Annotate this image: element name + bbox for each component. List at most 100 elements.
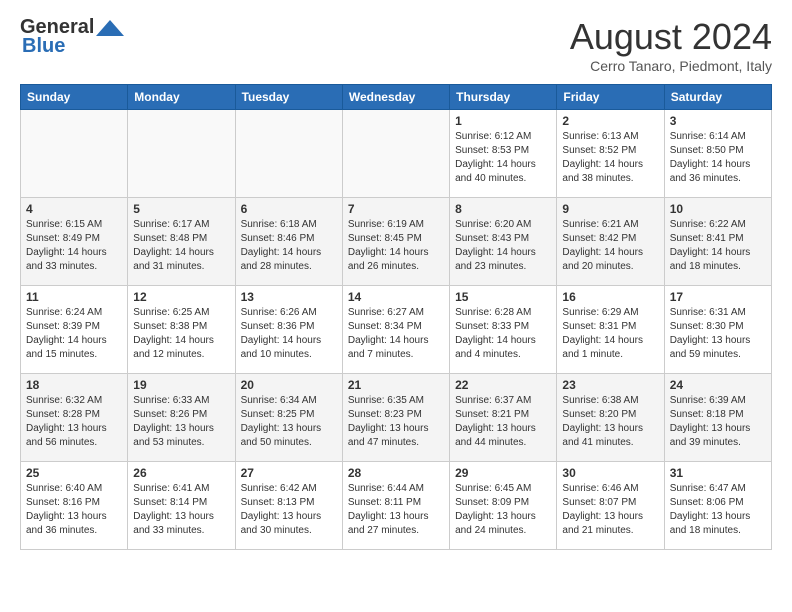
day-number: 15 xyxy=(455,290,551,304)
day-info: Sunrise: 6:27 AMSunset: 8:34 PMDaylight:… xyxy=(348,306,444,362)
day-info: Sunrise: 6:46 AMSunset: 8:07 PMDaylight:… xyxy=(562,482,658,538)
calendar-cell: 1Sunrise: 6:12 AMSunset: 8:53 PMDaylight… xyxy=(450,110,557,198)
calendar-cell: 11 Sunrise: 6:24 AMSunset: 8:39 PMDayligh… xyxy=(21,286,128,374)
day-info: Sunrise: 6:21 AMSunset: 8:42 PMDaylight:… xyxy=(562,218,658,274)
day-info: Sunrise: 6:19 AMSunset: 8:45 PMDaylight:… xyxy=(348,218,444,274)
header-thursday: Thursday xyxy=(450,85,557,110)
day-number: 29 xyxy=(455,466,551,480)
calendar-cell: 8Sunrise: 6:20 AMSunset: 8:43 PMDaylight… xyxy=(450,198,557,286)
calendar-cell: 31 Sunrise: 6:47 AMSunset: 8:06 PMDayligh… xyxy=(664,462,771,550)
day-number: 11 xyxy=(26,290,122,304)
header-wednesday: Wednesday xyxy=(342,85,449,110)
calendar-cell xyxy=(342,110,449,198)
calendar-cell xyxy=(21,110,128,198)
day-info: Sunrise: 6:15 AMSunset: 8:49 PMDaylight:… xyxy=(26,218,122,274)
day-number: 6 xyxy=(241,202,337,216)
calendar-cell: 18 Sunrise: 6:32 AMSunset: 8:28 PMDayligh… xyxy=(21,374,128,462)
calendar-week-4: 18 Sunrise: 6:32 AMSunset: 8:28 PMDayligh… xyxy=(21,374,772,462)
calendar-week-3: 11 Sunrise: 6:24 AMSunset: 8:39 PMDayligh… xyxy=(21,286,772,374)
day-number: 9 xyxy=(562,202,658,216)
day-info: Sunrise: 6:47 AMSunset: 8:06 PMDaylight:… xyxy=(670,482,766,538)
day-number: 7 xyxy=(348,202,444,216)
calendar-cell: 6 Sunrise: 6:18 AMSunset: 8:46 PMDaylight… xyxy=(235,198,342,286)
day-number: 18 xyxy=(26,378,122,392)
day-number: 16 xyxy=(562,290,658,304)
day-number: 14 xyxy=(348,290,444,304)
calendar-header-row: SundayMondayTuesdayWednesdayThursdayFrid… xyxy=(21,85,772,110)
calendar-cell: 17Sunrise: 6:31 AMSunset: 8:30 PMDayligh… xyxy=(664,286,771,374)
calendar-cell: 20 Sunrise: 6:34 AMSunset: 8:25 PMDayligh… xyxy=(235,374,342,462)
day-info: Sunrise: 6:12 AMSunset: 8:53 PMDaylight:… xyxy=(455,130,551,186)
calendar-week-5: 25Sunrise: 6:40 AMSunset: 8:16 PMDayligh… xyxy=(21,462,772,550)
header-monday: Monday xyxy=(128,85,235,110)
calendar-cell: 9 Sunrise: 6:21 AMSunset: 8:42 PMDaylight… xyxy=(557,198,664,286)
header-friday: Friday xyxy=(557,85,664,110)
day-info: Sunrise: 6:14 AMSunset: 8:50 PMDaylight:… xyxy=(670,130,766,186)
day-info: Sunrise: 6:44 AMSunset: 8:11 PMDaylight:… xyxy=(348,482,444,538)
location-subtitle: Cerro Tanaro, Piedmont, Italy xyxy=(570,58,772,74)
calendar-cell: 2 Sunrise: 6:13 AMSunset: 8:52 PMDaylight… xyxy=(557,110,664,198)
day-number: 20 xyxy=(241,378,337,392)
day-number: 23 xyxy=(562,378,658,392)
day-number: 31 xyxy=(670,466,766,480)
day-info: Sunrise: 6:45 AMSunset: 8:09 PMDaylight:… xyxy=(455,482,551,538)
calendar-cell: 10Sunrise: 6:22 AMSunset: 8:41 PMDayligh… xyxy=(664,198,771,286)
title-block: August 2024 Cerro Tanaro, Piedmont, Ital… xyxy=(570,16,772,74)
day-number: 22 xyxy=(455,378,551,392)
calendar-cell: 19 Sunrise: 6:33 AMSunset: 8:26 PMDayligh… xyxy=(128,374,235,462)
day-info: Sunrise: 6:34 AMSunset: 8:25 PMDaylight:… xyxy=(241,394,337,450)
calendar-cell: 13Sunrise: 6:26 AMSunset: 8:36 PMDayligh… xyxy=(235,286,342,374)
day-number: 19 xyxy=(133,378,229,392)
day-info: Sunrise: 6:22 AMSunset: 8:41 PMDaylight:… xyxy=(670,218,766,274)
logo-icon xyxy=(96,18,124,38)
calendar-cell xyxy=(128,110,235,198)
day-info: Sunrise: 6:38 AMSunset: 8:20 PMDaylight:… xyxy=(562,394,658,450)
header-saturday: Saturday xyxy=(664,85,771,110)
day-info: Sunrise: 6:20 AMSunset: 8:43 PMDaylight:… xyxy=(455,218,551,274)
calendar-cell: 25Sunrise: 6:40 AMSunset: 8:16 PMDayligh… xyxy=(21,462,128,550)
calendar-table: SundayMondayTuesdayWednesdayThursdayFrid… xyxy=(20,84,772,550)
logo-blue: Blue xyxy=(22,35,65,58)
day-number: 4 xyxy=(26,202,122,216)
day-info: Sunrise: 6:24 AMSunset: 8:39 PMDaylight:… xyxy=(26,306,122,362)
day-info: Sunrise: 6:35 AMSunset: 8:23 PMDaylight:… xyxy=(348,394,444,450)
day-number: 26 xyxy=(133,466,229,480)
day-number: 25 xyxy=(26,466,122,480)
day-number: 13 xyxy=(241,290,337,304)
calendar-cell xyxy=(235,110,342,198)
calendar-cell: 29 Sunrise: 6:45 AMSunset: 8:09 PMDayligh… xyxy=(450,462,557,550)
calendar-cell: 7 Sunrise: 6:19 AMSunset: 8:45 PMDaylight… xyxy=(342,198,449,286)
calendar-cell: 23 Sunrise: 6:38 AMSunset: 8:20 PMDayligh… xyxy=(557,374,664,462)
day-number: 27 xyxy=(241,466,337,480)
calendar-cell: 28Sunrise: 6:44 AMSunset: 8:11 PMDayligh… xyxy=(342,462,449,550)
logo: General Blue xyxy=(20,16,124,58)
calendar-cell: 14 Sunrise: 6:27 AMSunset: 8:34 PMDayligh… xyxy=(342,286,449,374)
day-info: Sunrise: 6:32 AMSunset: 8:28 PMDaylight:… xyxy=(26,394,122,450)
calendar-week-2: 4 Sunrise: 6:15 AMSunset: 8:49 PMDaylight… xyxy=(21,198,772,286)
page-header: General Blue August 2024 Cerro Tanaro, P… xyxy=(20,16,772,74)
day-number: 24 xyxy=(670,378,766,392)
calendar-cell: 16Sunrise: 6:29 AMSunset: 8:31 PMDayligh… xyxy=(557,286,664,374)
day-info: Sunrise: 6:25 AMSunset: 8:38 PMDaylight:… xyxy=(133,306,229,362)
calendar-cell: 26 Sunrise: 6:41 AMSunset: 8:14 PMDayligh… xyxy=(128,462,235,550)
month-title: August 2024 xyxy=(570,16,772,58)
calendar-week-1: 1Sunrise: 6:12 AMSunset: 8:53 PMDaylight… xyxy=(21,110,772,198)
day-info: Sunrise: 6:18 AMSunset: 8:46 PMDaylight:… xyxy=(241,218,337,274)
day-info: Sunrise: 6:41 AMSunset: 8:14 PMDaylight:… xyxy=(133,482,229,538)
calendar-cell: 15 Sunrise: 6:28 AMSunset: 8:33 PMDayligh… xyxy=(450,286,557,374)
day-number: 2 xyxy=(562,114,658,128)
day-info: Sunrise: 6:31 AMSunset: 8:30 PMDaylight:… xyxy=(670,306,766,362)
header-sunday: Sunday xyxy=(21,85,128,110)
day-info: Sunrise: 6:37 AMSunset: 8:21 PMDaylight:… xyxy=(455,394,551,450)
day-info: Sunrise: 6:33 AMSunset: 8:26 PMDaylight:… xyxy=(133,394,229,450)
day-number: 5 xyxy=(133,202,229,216)
day-info: Sunrise: 6:13 AMSunset: 8:52 PMDaylight:… xyxy=(562,130,658,186)
calendar-cell: 21Sunrise: 6:35 AMSunset: 8:23 PMDayligh… xyxy=(342,374,449,462)
calendar-cell: 5Sunrise: 6:17 AMSunset: 8:48 PMDaylight… xyxy=(128,198,235,286)
calendar-cell: 12Sunrise: 6:25 AMSunset: 8:38 PMDayligh… xyxy=(128,286,235,374)
calendar-cell: 24Sunrise: 6:39 AMSunset: 8:18 PMDayligh… xyxy=(664,374,771,462)
day-info: Sunrise: 6:42 AMSunset: 8:13 PMDaylight:… xyxy=(241,482,337,538)
calendar-cell: 22 Sunrise: 6:37 AMSunset: 8:21 PMDayligh… xyxy=(450,374,557,462)
day-info: Sunrise: 6:28 AMSunset: 8:33 PMDaylight:… xyxy=(455,306,551,362)
day-number: 30 xyxy=(562,466,658,480)
